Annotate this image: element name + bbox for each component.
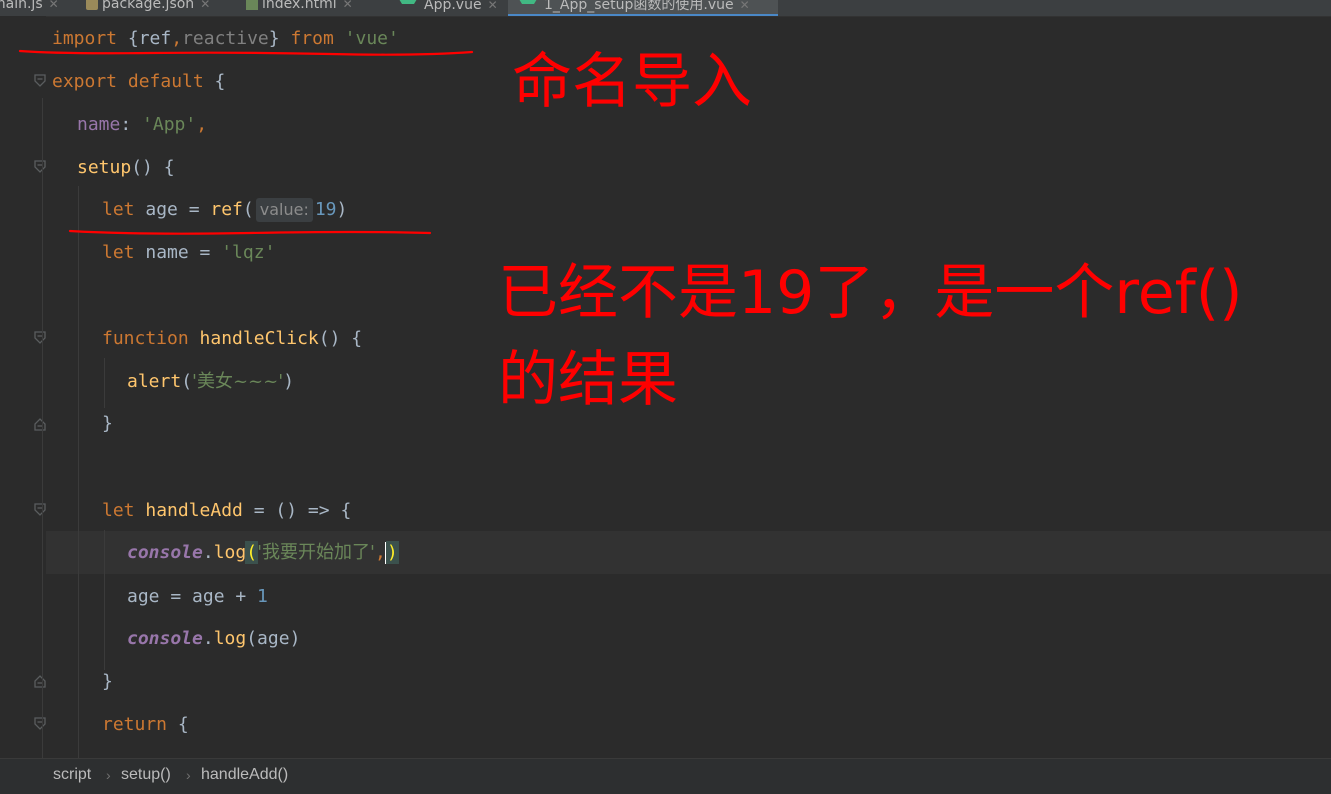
breadcrumb-item-script[interactable]: script: [53, 759, 91, 791]
annotation-named-import: 命名导入: [512, 47, 752, 117]
chevron-right-icon: ›: [186, 767, 191, 783]
code-editor-window: main.js✕ package.json✕ index.html✕ App.v…: [0, 0, 1331, 794]
chevron-right-icon: ›: [106, 767, 111, 783]
annotation-not-19-line2: 的结果: [498, 345, 678, 415]
breadcrumb-item-setup[interactable]: setup(): [121, 759, 171, 791]
breadcrumb-item-handleadd[interactable]: handleAdd(): [201, 759, 288, 791]
breadcrumb: script › setup() › handleAdd(): [0, 758, 1331, 794]
annotation-not-19-line1: 已经不是19了，是一个ref(): [498, 258, 1243, 328]
